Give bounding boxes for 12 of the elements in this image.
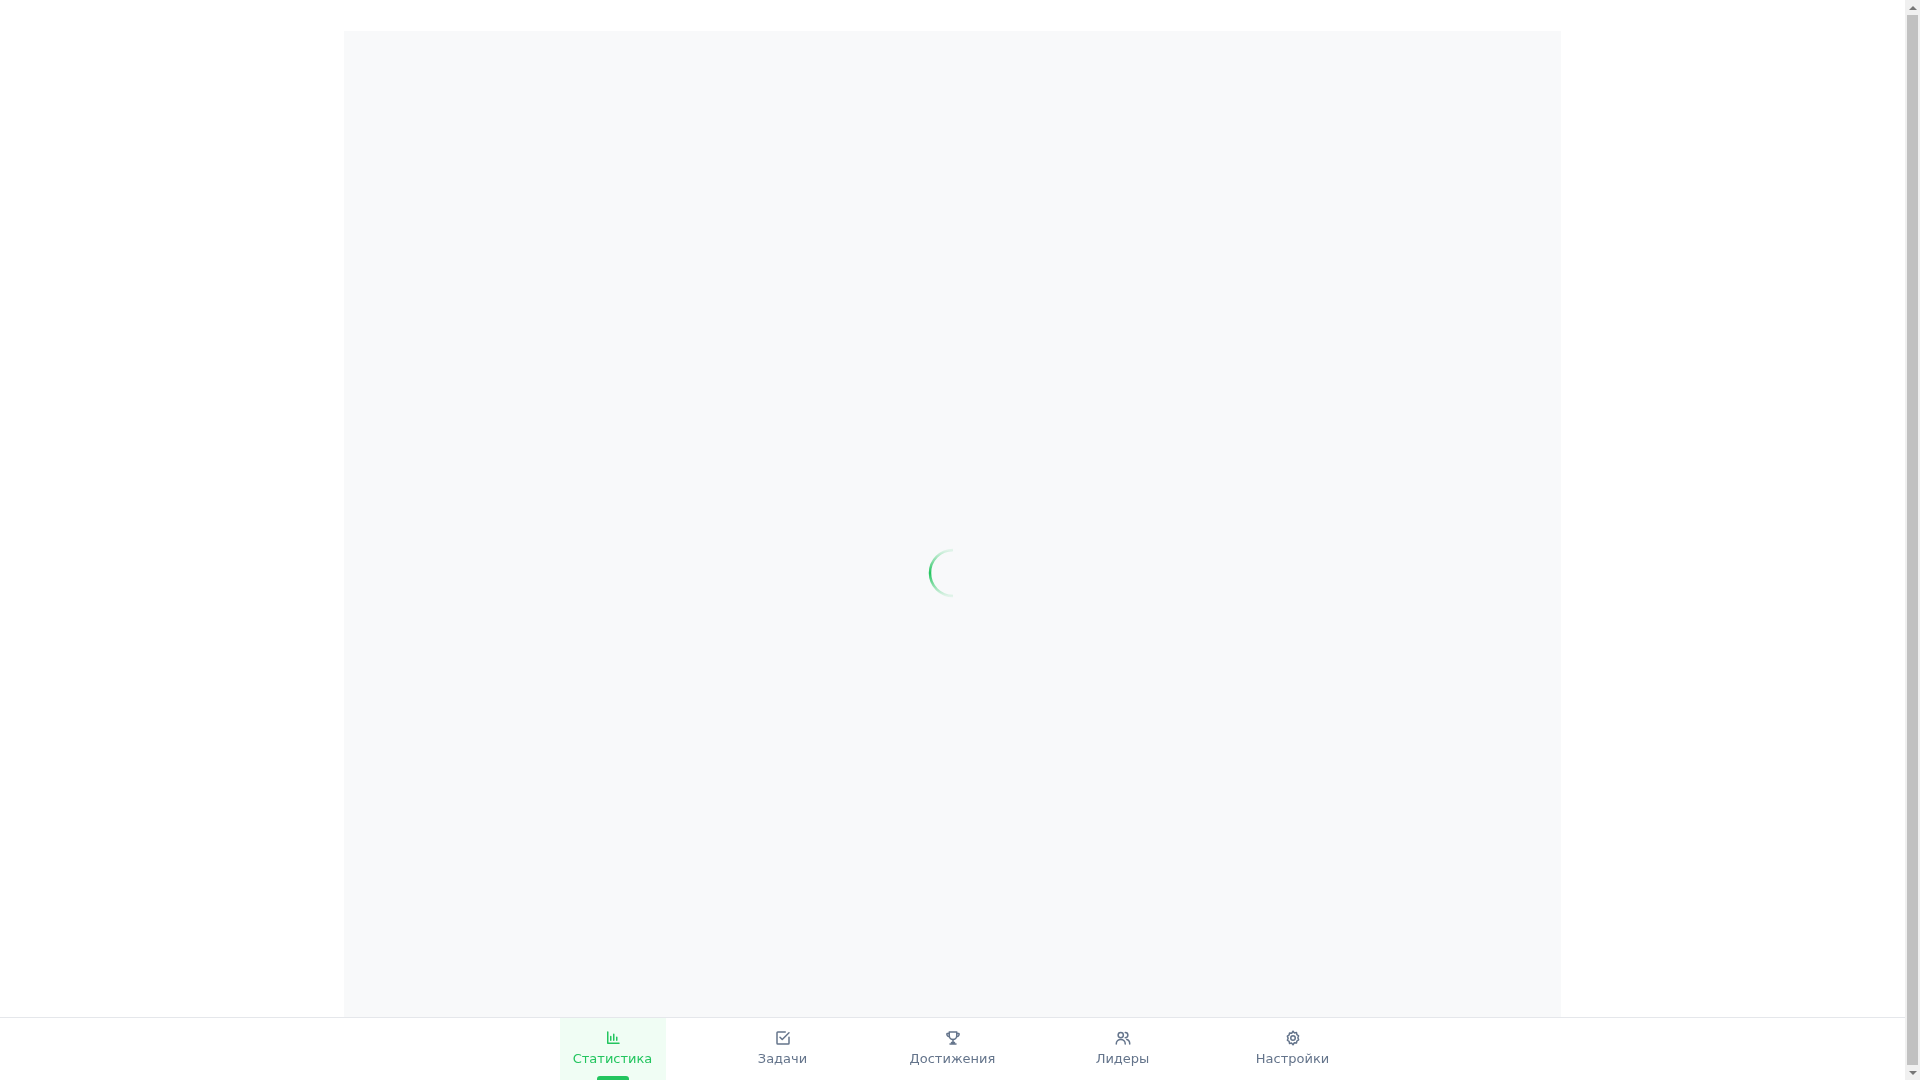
trophy-icon bbox=[943, 1029, 962, 1047]
nav-tab[interactable]: Настройки bbox=[1239, 1018, 1346, 1080]
scroll-down-icon[interactable] bbox=[1908, 1070, 1917, 1075]
scrollbar-thumb[interactable] bbox=[1907, 15, 1918, 1065]
active-indicator bbox=[596, 1076, 629, 1080]
checkbox-icon bbox=[773, 1029, 792, 1047]
scroll-up-icon[interactable] bbox=[1908, 5, 1917, 10]
scrollbar[interactable] bbox=[1905, 0, 1920, 1080]
users-icon bbox=[1113, 1029, 1132, 1047]
nav-tab[interactable]: Лидеры bbox=[1069, 1018, 1176, 1080]
nav-tab[interactable]: Задачи bbox=[729, 1018, 836, 1080]
nav-tab[interactable]: Достижения bbox=[899, 1018, 1006, 1080]
